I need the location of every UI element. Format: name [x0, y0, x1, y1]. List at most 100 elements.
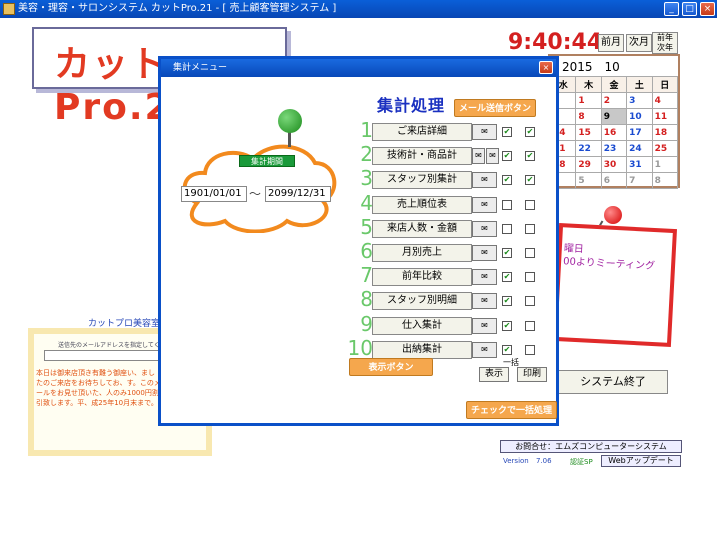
mail-body-text[interactable]: 本日は御来店頂き有難う御座い、ましたのご来店をお待ちしてお、す。このメールをお見… — [36, 368, 161, 426]
dialog-title: 集計メニュー — [173, 63, 228, 73]
close-button[interactable]: × — [700, 2, 715, 16]
row-number: 1 — [360, 118, 373, 142]
summary-button[interactable]: 月別売上 — [372, 244, 472, 262]
mail-icon[interactable]: ✉ — [472, 269, 497, 285]
calendar-day[interactable]: 30 — [600, 156, 628, 173]
prev-month-button[interactable]: 前月 — [598, 34, 624, 52]
restore-button[interactable]: □ — [682, 2, 697, 16]
display-checkbox[interactable]: ✔ — [502, 175, 512, 185]
display-checkbox[interactable]: ✔ — [502, 345, 512, 355]
mail-icon[interactable]: ✉ — [472, 293, 497, 309]
next-month-button[interactable]: 次月 — [626, 34, 652, 52]
prev-year-label: 前年 — [657, 33, 673, 42]
calendar-day[interactable]: 6 — [600, 172, 628, 189]
calendar-day[interactable]: 10 — [626, 108, 653, 125]
calendar-day[interactable]: 23 — [600, 140, 628, 157]
calendar-day[interactable]: 1 — [651, 156, 679, 173]
window-title: 美容・理容・サロンシステム カットPro.21 - [ 売上顧客管理システム ] — [18, 3, 337, 14]
print-checkbox[interactable] — [525, 248, 535, 258]
print-checkbox[interactable] — [525, 345, 535, 355]
red-pin-icon — [604, 206, 622, 224]
summary-button[interactable]: 出納集計 — [372, 341, 472, 359]
period-to-input[interactable]: 2099/12/31 — [265, 186, 331, 202]
calendar-day[interactable]: 29 — [575, 156, 602, 173]
calendar-year-month: 2015 10 — [562, 60, 620, 74]
print-checkbox[interactable]: ✔ — [525, 151, 535, 161]
app-icon — [3, 3, 15, 15]
cloud-decoration — [182, 144, 337, 233]
version-number: 7.06 — [536, 457, 552, 465]
calendar-day[interactable]: 16 — [600, 124, 628, 141]
calendar-week-row: 21 22 23 24 25 — [549, 140, 679, 157]
print-checkbox[interactable] — [525, 200, 535, 210]
bulk-print-button[interactable]: 印刷 — [517, 367, 547, 382]
calendar-day[interactable]: 5 — [575, 172, 602, 189]
summary-button[interactable]: ご来店詳細 — [372, 123, 472, 141]
minimize-button[interactable]: _ — [664, 2, 679, 16]
mail-icon[interactable]: ✉ — [472, 221, 497, 237]
summary-button[interactable]: 技術計・商品計 — [372, 147, 472, 165]
weekday-header: 日 — [651, 76, 679, 93]
row-number: 9 — [360, 312, 373, 336]
calendar-day[interactable]: 4 — [651, 92, 679, 109]
mail-icon[interactable]: ✉ — [472, 318, 497, 334]
summary-button[interactable]: スタッフ別明細 — [372, 292, 472, 310]
calendar-day[interactable]: 1 — [575, 92, 602, 109]
row-number: 6 — [360, 239, 373, 263]
print-checkbox[interactable] — [525, 272, 535, 282]
display-checkbox[interactable]: ✔ — [502, 272, 512, 282]
print-checkbox[interactable] — [525, 296, 535, 306]
row-number: 3 — [360, 166, 373, 190]
mail-icon[interactable]: ✉ — [472, 342, 497, 358]
calendar-day[interactable]: 31 — [626, 156, 653, 173]
summary-button[interactable]: 前年比較 — [372, 268, 472, 286]
display-checkbox[interactable] — [502, 224, 512, 234]
year-nav-button[interactable]: 前年 次年 — [652, 32, 678, 54]
mail-icon[interactable]: ✉ — [472, 245, 497, 261]
mail-icon[interactable]: ✉ — [472, 172, 497, 188]
contact-button[interactable]: お問合せ：エムズコンピューターシステム — [500, 440, 682, 453]
memo-note[interactable]: 曜日 00よりミーティング — [552, 222, 678, 348]
summary-button[interactable]: スタッフ別集計 — [372, 171, 472, 189]
mail-icon[interactable]: ✉ — [486, 148, 499, 164]
display-checkbox[interactable]: ✔ — [502, 127, 512, 137]
display-checkbox[interactable]: ✔ — [502, 321, 512, 331]
mail-icon[interactable]: ✉ — [472, 124, 497, 140]
calendar-day[interactable]: 3 — [626, 92, 653, 109]
summary-button[interactable]: 仕入集計 — [372, 317, 472, 335]
calendar-day[interactable]: 22 — [575, 140, 602, 157]
system-exit-button[interactable]: システム終了 — [558, 370, 668, 394]
mail-icon[interactable]: ✉ — [472, 197, 497, 213]
print-checkbox[interactable] — [525, 224, 535, 234]
calendar-day[interactable]: 8 — [651, 172, 679, 189]
calendar-day[interactable]: 17 — [626, 124, 653, 141]
calendar-grid: 水木金土日12347891011141516171821222324252829… — [549, 76, 679, 189]
display-checkbox[interactable]: ✔ — [502, 151, 512, 161]
calendar-day[interactable]: 25 — [651, 140, 679, 157]
calendar-day[interactable]: 15 — [575, 124, 602, 141]
row-number: 4 — [360, 191, 373, 215]
period-from-input[interactable]: 1901/01/01 — [181, 186, 247, 202]
mail-icon[interactable]: ✉ — [472, 148, 485, 164]
display-checkbox[interactable]: ✔ — [502, 248, 512, 258]
summary-menu-dialog: 集計メニュー × 集計処理 集計期間 1901/01/01 ～ 2099/12/… — [158, 56, 559, 426]
display-checkbox[interactable] — [502, 200, 512, 210]
calendar-day[interactable]: 2 — [600, 92, 628, 109]
summary-button[interactable]: 売上順位表 — [372, 196, 472, 214]
web-update-button[interactable]: Webアップデート — [601, 455, 681, 467]
print-checkbox[interactable]: ✔ — [525, 175, 535, 185]
calendar-day[interactable]: 7 — [626, 172, 653, 189]
memo-line-2: 00よりミーティング — [562, 256, 656, 273]
summary-button[interactable]: 来店人数・金額 — [372, 220, 472, 238]
calendar-day[interactable]: 24 — [626, 140, 653, 157]
print-checkbox[interactable]: ✔ — [525, 127, 535, 137]
calendar-day[interactable]: 9 — [600, 108, 628, 125]
calendar-day[interactable]: 8 — [575, 108, 602, 125]
mail-button-callout: メール送信ボタン — [454, 99, 537, 117]
print-checkbox[interactable] — [525, 321, 535, 331]
display-checkbox[interactable]: ✔ — [502, 296, 512, 306]
dialog-close-button[interactable]: × — [539, 61, 553, 74]
calendar-day[interactable]: 18 — [651, 124, 679, 141]
bulk-display-button[interactable]: 表示 — [479, 367, 509, 382]
calendar-day[interactable]: 11 — [651, 108, 679, 125]
